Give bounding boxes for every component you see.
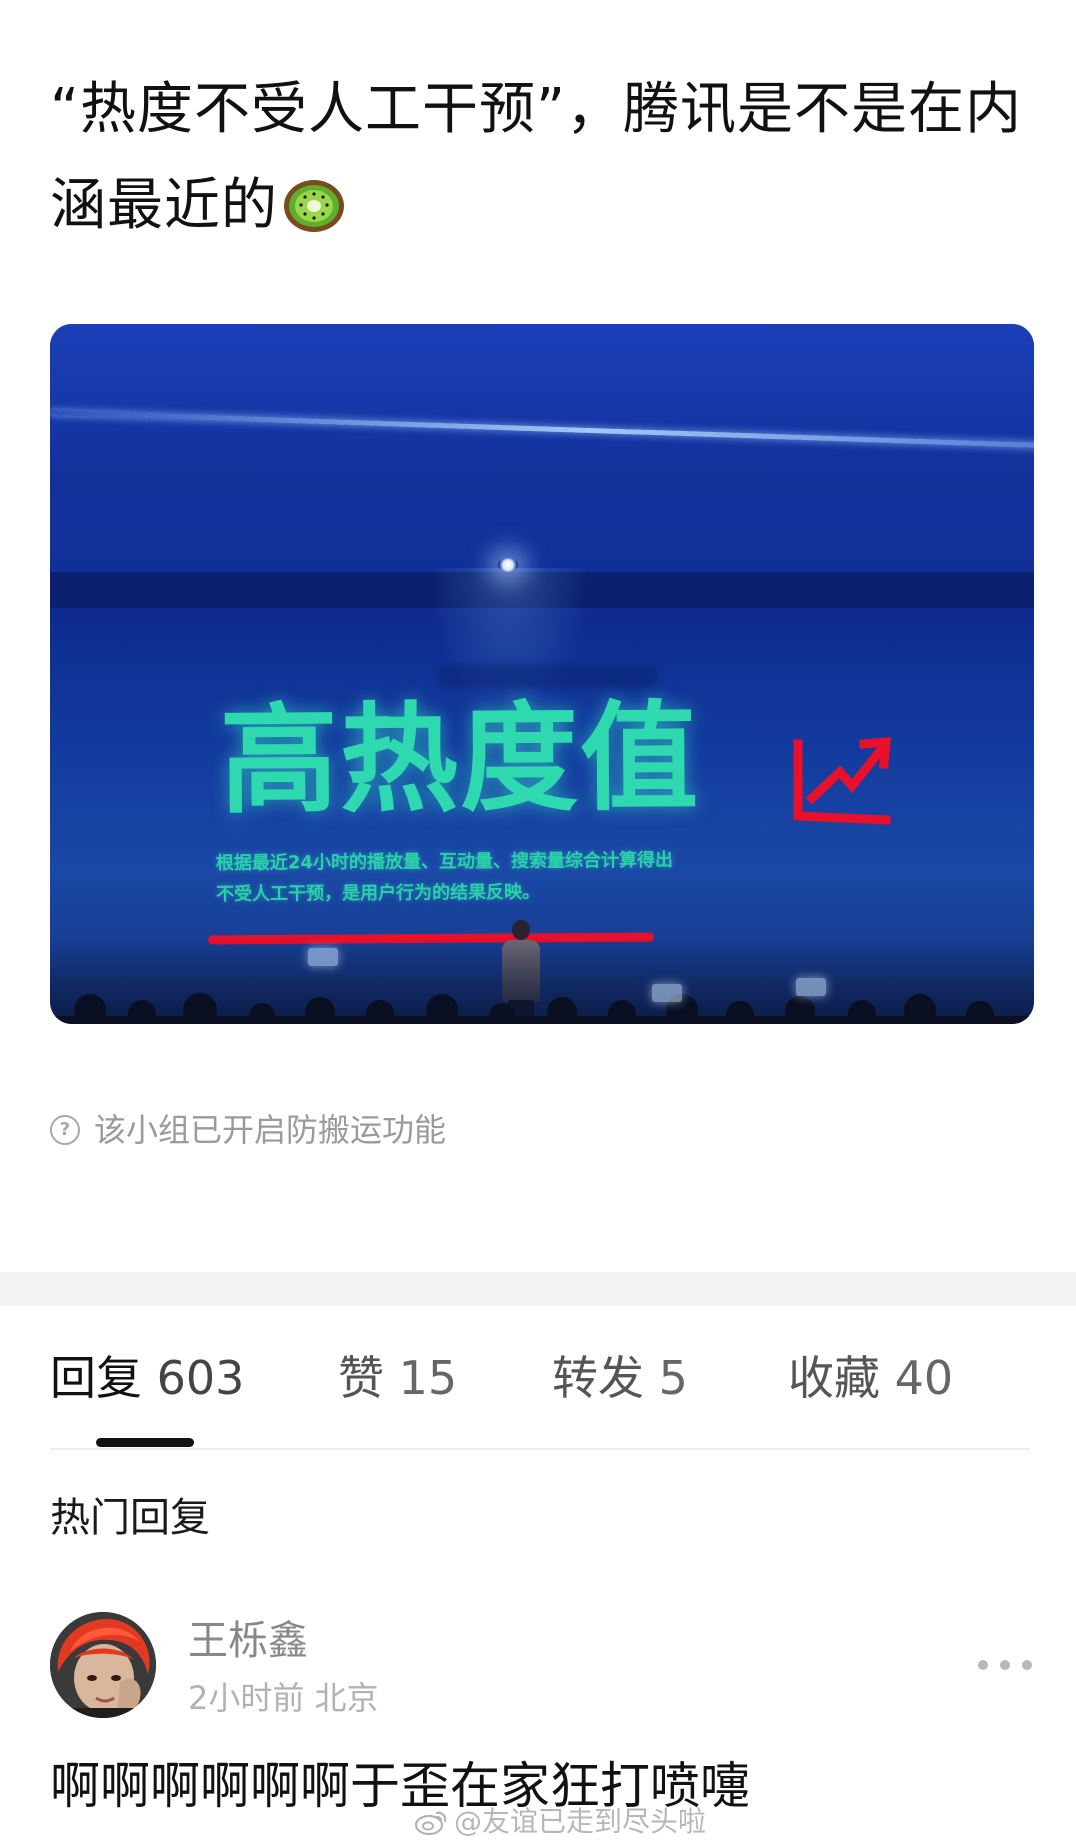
kiwi-emoji-icon: [282, 168, 346, 264]
screen-subtext-line-1: 根据最近24小时的播放量、互动量、搜索量综合计算得出: [215, 849, 674, 874]
spotlight: [498, 558, 518, 572]
tab-label: 收藏: [788, 1351, 880, 1405]
tab-favorites[interactable]: 收藏 40: [788, 1348, 953, 1408]
reply-meta: 2小时前 北京: [188, 1678, 379, 1718]
tabs-divider: [50, 1448, 1030, 1450]
post-title-text: “热度不受人工干预”，腾讯是不是在内涵最近的: [50, 77, 1023, 238]
audience-phone: [652, 984, 682, 1002]
section-divider: [0, 1272, 1076, 1306]
tab-count: 603: [156, 1351, 245, 1405]
audience-phone: [308, 948, 338, 966]
tab-label: 回复: [50, 1351, 142, 1405]
audience-silhouettes: [50, 993, 1034, 1024]
stats-tabs: 回复 603 赞 15 转发 5 收藏 40: [50, 1348, 1030, 1448]
tab-label: 转发: [552, 1351, 644, 1405]
screen-heading: 高热度值: [219, 688, 701, 830]
hot-replies-heading: 热门回复: [50, 1495, 210, 1541]
reply-location: 北京: [314, 1679, 379, 1717]
avatar[interactable]: [50, 1612, 156, 1718]
post-title: “热度不受人工干预”，腾讯是不是在内涵最近的: [50, 62, 1030, 264]
avatar-image: [50, 1612, 156, 1718]
anti-repost-notice: ? 该小组已开启防搬运功能: [50, 1110, 446, 1150]
tab-count: 15: [398, 1351, 458, 1405]
screen-subtext-line-2: 不受人工干预，是用户行为的结果反映。: [216, 881, 541, 905]
tab-label: 赞: [338, 1351, 384, 1405]
active-tab-indicator: [96, 1438, 194, 1447]
tab-likes[interactable]: 赞 15: [338, 1348, 457, 1408]
tab-count: 40: [894, 1351, 954, 1405]
faint-screen-logo: [438, 664, 658, 688]
tab-reposts[interactable]: 转发 5: [552, 1348, 688, 1408]
screen-subtext: 根据最近24小时的播放量、互动量、搜索量综合计算得出 不受人工干预，是用户行为的…: [216, 844, 776, 910]
trend-arrow-icon: [793, 737, 891, 825]
tab-replies[interactable]: 回复 603: [50, 1348, 244, 1408]
audience-phone: [796, 978, 826, 996]
stage-ceiling: [50, 324, 1034, 584]
weibo-icon: [414, 1811, 447, 1836]
reply-time: 2小时前: [188, 1679, 305, 1717]
watermark-text: @友谊已走到尽头啦: [454, 1805, 707, 1838]
reply-username[interactable]: 王栎鑫: [188, 1616, 308, 1666]
notice-text: 该小组已开启防搬运功能: [94, 1111, 447, 1149]
tab-count: 5: [658, 1351, 688, 1405]
question-circle-icon: ?: [50, 1115, 80, 1145]
post-image[interactable]: 高热度值 根据最近24小时的播放量、互动量、搜索量综合计算得出 不受人工干预，是…: [50, 324, 1034, 1024]
watermark: @友谊已走到尽头啦: [414, 1804, 706, 1840]
more-dots-icon[interactable]: [978, 1650, 1032, 1680]
